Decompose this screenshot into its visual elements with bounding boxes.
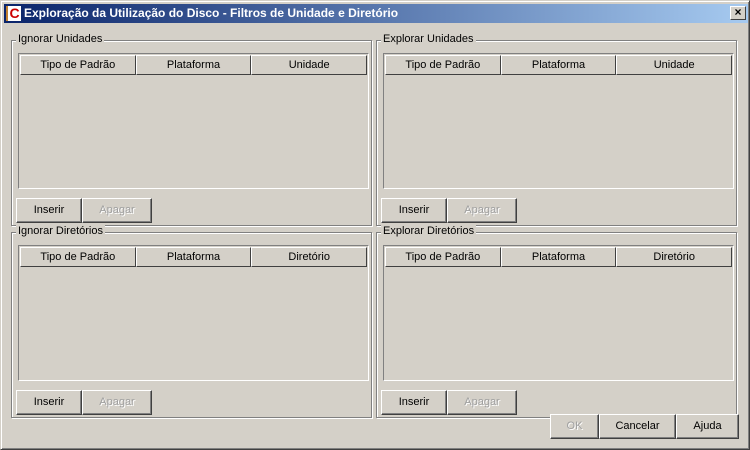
insert-button[interactable]: Inserir bbox=[381, 198, 447, 223]
column-header[interactable]: Plataforma bbox=[135, 247, 252, 267]
column-header[interactable]: Tipo de Padrão bbox=[20, 247, 136, 267]
insert-button[interactable]: Inserir bbox=[381, 390, 447, 415]
group-label: Explorar Diretórios bbox=[381, 225, 477, 237]
column-header[interactable]: Plataforma bbox=[135, 55, 252, 75]
group-label: Ignorar Unidades bbox=[16, 33, 105, 45]
column-header[interactable]: Tipo de Padrão bbox=[20, 55, 136, 75]
ignore-directories-group: Ignorar Diretórios Tipo de Padrão Platafo… bbox=[11, 225, 372, 418]
group-label: Explorar Unidades bbox=[381, 33, 476, 45]
insert-button[interactable]: Inserir bbox=[16, 390, 82, 415]
title-bar[interactable]: C Exploração da Utilização do Disco - Fi… bbox=[4, 4, 748, 23]
delete-button[interactable]: Apagar bbox=[447, 390, 517, 415]
explore-drives-group: Explorar Unidades Tipo de Padrão Platafor… bbox=[376, 33, 737, 226]
ok-button[interactable]: OK bbox=[550, 414, 599, 439]
table-header: Tipo de Padrão Plataforma Unidade bbox=[20, 55, 368, 75]
window-title: Exploração da Utilização do Disco - Filt… bbox=[24, 6, 399, 20]
column-header[interactable]: Plataforma bbox=[500, 55, 617, 75]
explore-directories-group: Explorar Diretórios Tipo de Padrão Plataf… bbox=[376, 225, 737, 418]
app-icon: C bbox=[6, 6, 21, 21]
group-label: Ignorar Diretórios bbox=[16, 225, 105, 237]
close-button[interactable]: × bbox=[730, 6, 746, 20]
delete-button[interactable]: Apagar bbox=[82, 390, 152, 415]
column-header[interactable]: Tipo de Padrão bbox=[385, 55, 501, 75]
delete-button[interactable]: Apagar bbox=[447, 198, 517, 223]
delete-button[interactable]: Apagar bbox=[82, 198, 152, 223]
column-header[interactable]: Unidade bbox=[616, 55, 733, 75]
column-header[interactable]: Diretório bbox=[616, 247, 733, 267]
column-header[interactable]: Diretório bbox=[251, 247, 368, 267]
cancel-button[interactable]: Cancelar bbox=[599, 414, 676, 439]
column-header[interactable]: Tipo de Padrão bbox=[385, 247, 501, 267]
ignore-drives-table[interactable]: Tipo de Padrão Plataforma Unidade bbox=[18, 53, 369, 189]
table-header: Tipo de Padrão Plataforma Diretório bbox=[385, 247, 733, 267]
table-header: Tipo de Padrão Plataforma Diretório bbox=[20, 247, 368, 267]
help-button[interactable]: Ajuda bbox=[676, 414, 739, 439]
column-header[interactable]: Plataforma bbox=[500, 247, 617, 267]
insert-button[interactable]: Inserir bbox=[16, 198, 82, 223]
column-header[interactable]: Unidade bbox=[251, 55, 368, 75]
explore-directories-table[interactable]: Tipo de Padrão Plataforma Diretório bbox=[383, 245, 734, 381]
ignore-drives-group: Ignorar Unidades Tipo de Padrão Plataform… bbox=[11, 33, 372, 226]
explore-drives-table[interactable]: Tipo de Padrão Plataforma Unidade bbox=[383, 53, 734, 189]
ignore-directories-table[interactable]: Tipo de Padrão Plataforma Diretório bbox=[18, 245, 369, 381]
table-header: Tipo de Padrão Plataforma Unidade bbox=[385, 55, 733, 75]
